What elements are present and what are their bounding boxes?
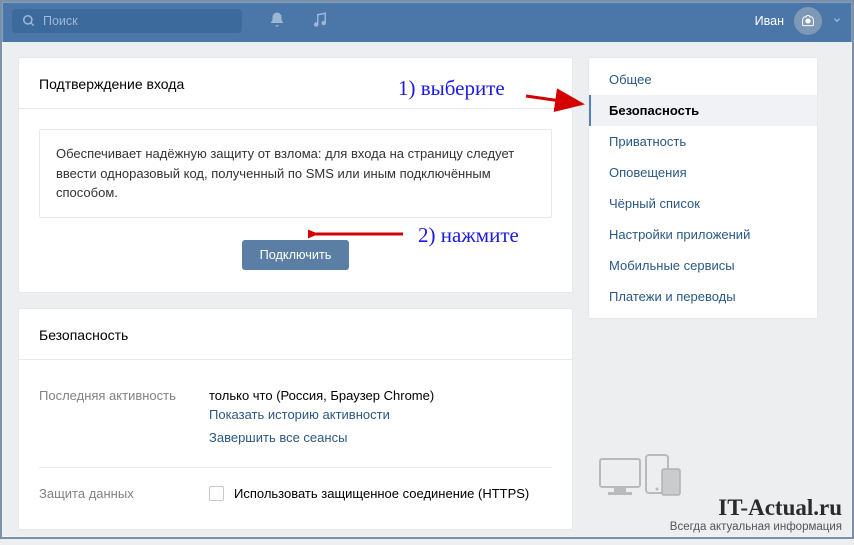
watermark: IT-Actual.ru Всегда актуальная информаци… <box>670 495 842 533</box>
topbar-icons <box>268 11 329 32</box>
panel-security: Безопасность Последняя активность только… <box>18 308 573 530</box>
sidebar-item-apps[interactable]: Настройки приложений <box>589 219 817 250</box>
username-label: Иван <box>755 14 784 28</box>
sidebar-item-security[interactable]: Безопасность <box>589 95 817 126</box>
https-checkbox[interactable] <box>209 486 224 501</box>
activity-row: Последняя активность только что (Россия,… <box>39 380 552 457</box>
separator <box>39 467 552 468</box>
activity-value: только что (Россия, Браузер Chrome) <box>209 388 434 403</box>
content-area: Подтверждение входа Обеспечивает надёжну… <box>0 42 854 545</box>
search-container[interactable] <box>12 9 242 33</box>
history-link[interactable]: Показать историю активности <box>209 403 434 426</box>
music-icon[interactable] <box>311 11 329 32</box>
sidebar-item-notifications[interactable]: Оповещения <box>589 157 817 188</box>
search-input[interactable] <box>43 14 232 28</box>
activity-label: Последняя активность <box>39 388 209 449</box>
sidebar-item-blacklist[interactable]: Чёрный список <box>589 188 817 219</box>
https-label: Использовать защищенное соединение (HTTP… <box>234 486 529 501</box>
sidebar-item-general[interactable]: Общее <box>589 64 817 95</box>
panel2-title: Безопасность <box>19 309 572 360</box>
data-label: Защита данных <box>39 486 209 501</box>
data-protection-row: Защита данных Использовать защищенное со… <box>39 478 552 509</box>
user-menu[interactable]: Иван <box>755 7 842 35</box>
sidebar-item-mobile[interactable]: Мобильные сервисы <box>589 250 817 281</box>
sidebar: Общее Безопасность Приватность Оповещени… <box>588 57 818 319</box>
topbar: Иван <box>0 0 854 42</box>
sidebar-item-payments[interactable]: Платежи и переводы <box>589 281 817 312</box>
panel-confirmation: Подтверждение входа Обеспечивает надёжну… <box>18 57 573 293</box>
bell-icon[interactable] <box>268 11 286 32</box>
watermark-title: IT-Actual.ru <box>670 495 842 521</box>
sidebar-item-privacy[interactable]: Приватность <box>589 126 817 157</box>
search-icon <box>22 14 36 28</box>
chevron-down-icon <box>832 14 842 28</box>
end-sessions-link[interactable]: Завершить все сеансы <box>209 426 434 449</box>
panel1-title: Подтверждение входа <box>19 58 572 109</box>
info-box: Обеспечивает надёжную защиту от взлома: … <box>39 129 552 218</box>
watermark-subtitle: Всегда актуальная информация <box>670 521 842 533</box>
main-column: Подтверждение входа Обеспечивает надёжну… <box>18 57 573 530</box>
avatar <box>794 7 822 35</box>
connect-button[interactable]: Подключить <box>242 240 350 270</box>
